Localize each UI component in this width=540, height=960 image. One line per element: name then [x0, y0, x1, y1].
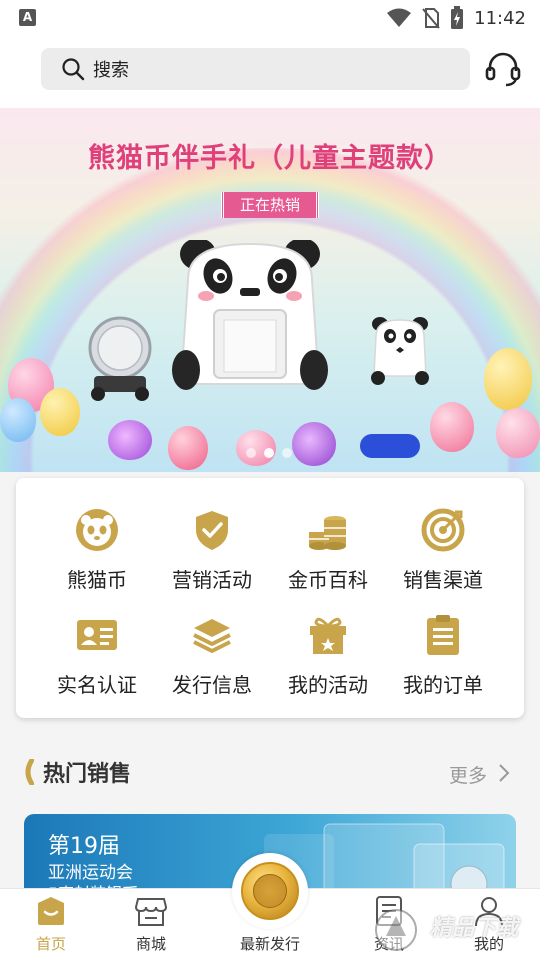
balloon-decoration: [108, 420, 152, 460]
new-release-coin-button[interactable]: [232, 853, 308, 929]
no-sim-icon: [422, 8, 440, 29]
hot-sale-header: 热门销售 更多: [0, 740, 540, 804]
promo-banner-carousel[interactable]: 熊猫币伴手礼（儿童主题款） 正在热销: [0, 108, 540, 472]
battery-charging-icon: [451, 6, 464, 29]
carousel-dot[interactable]: [282, 448, 292, 458]
panda-coin-product-illustration: [88, 240, 429, 401]
headset-icon[interactable]: [484, 50, 522, 88]
balloon-decoration: [484, 348, 532, 410]
balloon-decoration: [496, 408, 540, 458]
carousel-indicator: [246, 448, 292, 458]
search-placeholder: 搜索: [93, 60, 129, 81]
balloon-decoration: [360, 434, 420, 458]
layers-icon: [193, 619, 231, 653]
watermark: 精品下载: [372, 900, 540, 960]
section-accent-bar: [25, 759, 34, 785]
clipboard-icon: [427, 615, 459, 655]
grid-item-label: 营销活动: [172, 568, 252, 592]
gold-coin-icon: [241, 862, 299, 920]
grid-item-my-orders[interactable]: 我的订单: [385, 613, 501, 713]
tab-store[interactable]: 商城: [118, 889, 184, 960]
grid-item-label: 发行信息: [172, 673, 252, 697]
banner-tag: 正在热销: [221, 192, 319, 218]
grid-item-my-activities[interactable]: 我的活动: [270, 613, 386, 713]
balloon-decoration: [40, 388, 80, 436]
search-icon: [62, 58, 85, 81]
balloon-decoration: [168, 426, 208, 470]
grid-item-label: 实名认证: [57, 673, 137, 697]
balloon-decoration: [292, 422, 336, 466]
section-title: 热门销售: [43, 762, 132, 787]
grid-item-label: 我的订单: [403, 673, 483, 697]
grid-item-panda-coin[interactable]: 熊猫币: [39, 508, 155, 608]
gift-icon: [310, 617, 346, 654]
more-link[interactable]: 更多: [449, 761, 487, 788]
grid-item-coin-wiki[interactable]: 金币百科: [270, 508, 386, 608]
coin-stack-icon: [309, 516, 346, 550]
watermark-logo-icon: [375, 909, 417, 951]
target-icon: [421, 508, 465, 552]
store-icon: [134, 898, 168, 926]
status-icons: 11:42: [386, 6, 526, 30]
grid-item-marketing[interactable]: 营销活动: [154, 508, 270, 608]
tab-label: 首页: [35, 935, 66, 953]
search-bar[interactable]: 搜索: [41, 48, 470, 90]
grid-item-issue-info[interactable]: 发行信息: [154, 613, 270, 713]
home-icon: [38, 897, 64, 925]
panda-icon: [76, 509, 118, 551]
quick-access-grid: 熊猫币 营销活动 金币百科 销售渠道 实名认证 发行信息 我的活动 我的订单: [16, 478, 524, 718]
top-header: 搜索: [0, 36, 540, 108]
grid-item-sales-channel[interactable]: 销售渠道: [385, 508, 501, 608]
grid-item-label: 销售渠道: [403, 568, 483, 592]
app-indicator-icon: A: [19, 9, 36, 26]
promo-line-1: 第19届: [48, 834, 120, 859]
coin-emblem: [253, 874, 287, 908]
grid-item-label: 熊猫币: [67, 568, 127, 592]
banner-title: 熊猫币伴手礼（儿童主题款）: [88, 143, 452, 174]
wifi-icon: [387, 8, 412, 27]
id-card-icon: [77, 620, 117, 650]
grid-item-real-name[interactable]: 实名认证: [39, 613, 155, 713]
watermark-text: 精品下载: [430, 916, 519, 941]
shield-check-icon: [196, 511, 228, 550]
grid-item-label: 金币百科: [288, 568, 368, 592]
tab-home[interactable]: 首页: [18, 889, 84, 960]
carousel-dot-active[interactable]: [264, 448, 274, 458]
status-bar: A 11:42: [0, 0, 540, 36]
tab-label: 商城: [135, 935, 166, 953]
carousel-dot[interactable]: [246, 448, 256, 458]
tab-label: 最新发行: [239, 935, 300, 953]
chevron-right-icon[interactable]: [497, 762, 511, 784]
grid-item-label: 我的活动: [288, 673, 368, 697]
balloon-decoration: [0, 398, 36, 442]
clock: 11:42: [474, 7, 526, 29]
